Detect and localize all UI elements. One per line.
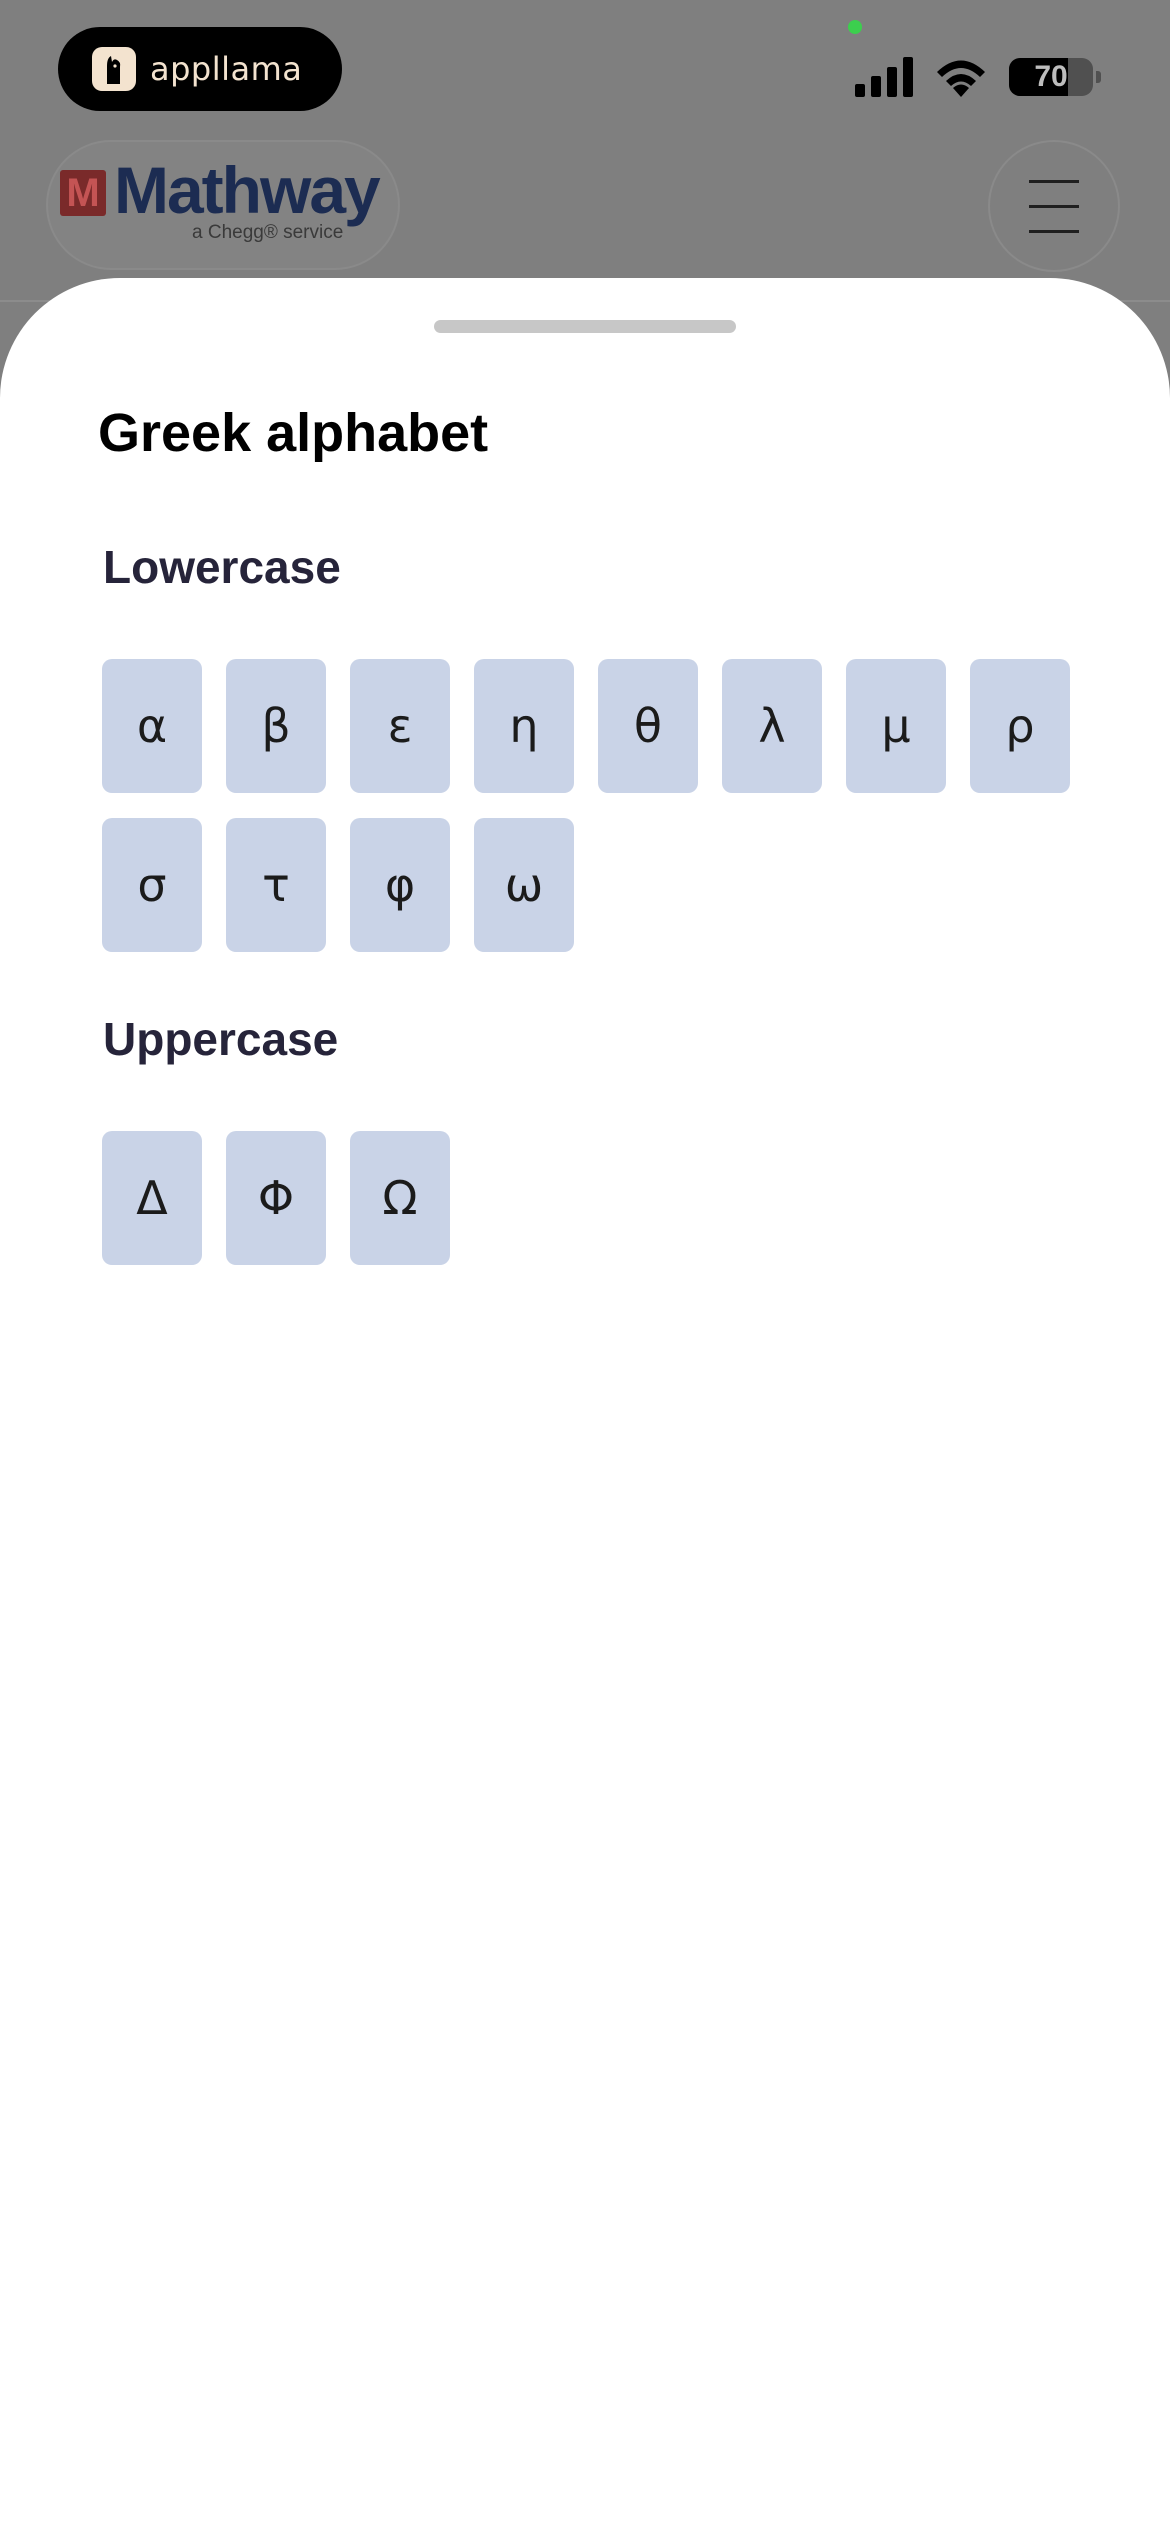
battery-level: 70	[1034, 60, 1068, 93]
lowercase-section-title: Lowercase	[103, 541, 341, 593]
wifi-icon	[937, 60, 985, 97]
greek-alphabet-sheet	[0, 278, 1170, 2532]
symbol-key-beta[interactable]: β	[226, 659, 326, 793]
sheet-grabber[interactable]	[434, 320, 736, 333]
symbol-key-phi[interactable]: φ	[350, 818, 450, 952]
cellular-signal-icon	[855, 57, 913, 97]
brand-tagline: a Chegg® service	[192, 222, 344, 243]
symbol-key-upper-omega[interactable]: Ω	[350, 1131, 450, 1265]
screen: appllama 70 M Mathway a Chegg® service G…	[0, 0, 1170, 2532]
symbol-key-alpha[interactable]: α	[102, 659, 202, 793]
llama-icon	[92, 47, 136, 91]
mathway-logo-icon: M	[60, 170, 106, 216]
battery-nub	[1096, 71, 1101, 83]
symbol-key-tau[interactable]: τ	[226, 818, 326, 952]
lowercase-key-grid: α β ε η θ λ μ ρ σ τ φ ω	[102, 659, 1070, 952]
battery-icon: 70	[1009, 58, 1093, 96]
symbol-key-upper-delta[interactable]: Δ	[102, 1131, 202, 1265]
menu-line	[1029, 204, 1079, 208]
app-pill-label: appllama	[150, 50, 303, 88]
symbol-key-mu[interactable]: μ	[846, 659, 946, 793]
symbol-key-upper-phi[interactable]: Φ	[226, 1131, 326, 1265]
symbol-key-lambda[interactable]: λ	[722, 659, 822, 793]
brand-name: Mathway	[114, 153, 381, 227]
menu-line	[1029, 179, 1079, 183]
symbol-key-eta[interactable]: η	[474, 659, 574, 793]
privacy-indicator-dot	[848, 20, 862, 34]
uppercase-key-grid: Δ Φ Ω	[102, 1131, 1070, 1265]
symbol-key-epsilon[interactable]: ε	[350, 659, 450, 793]
uppercase-section-title: Uppercase	[103, 1013, 339, 1065]
menu-line	[1029, 229, 1079, 233]
symbol-key-sigma[interactable]: σ	[102, 818, 202, 952]
symbol-key-omega[interactable]: ω	[474, 818, 574, 952]
hamburger-menu-icon[interactable]	[990, 142, 1118, 270]
sheet-title: Greek alphabet	[98, 403, 489, 463]
app-pill[interactable]: appllama	[58, 27, 342, 111]
symbol-key-theta[interactable]: θ	[598, 659, 698, 793]
symbol-key-rho[interactable]: ρ	[970, 659, 1070, 793]
